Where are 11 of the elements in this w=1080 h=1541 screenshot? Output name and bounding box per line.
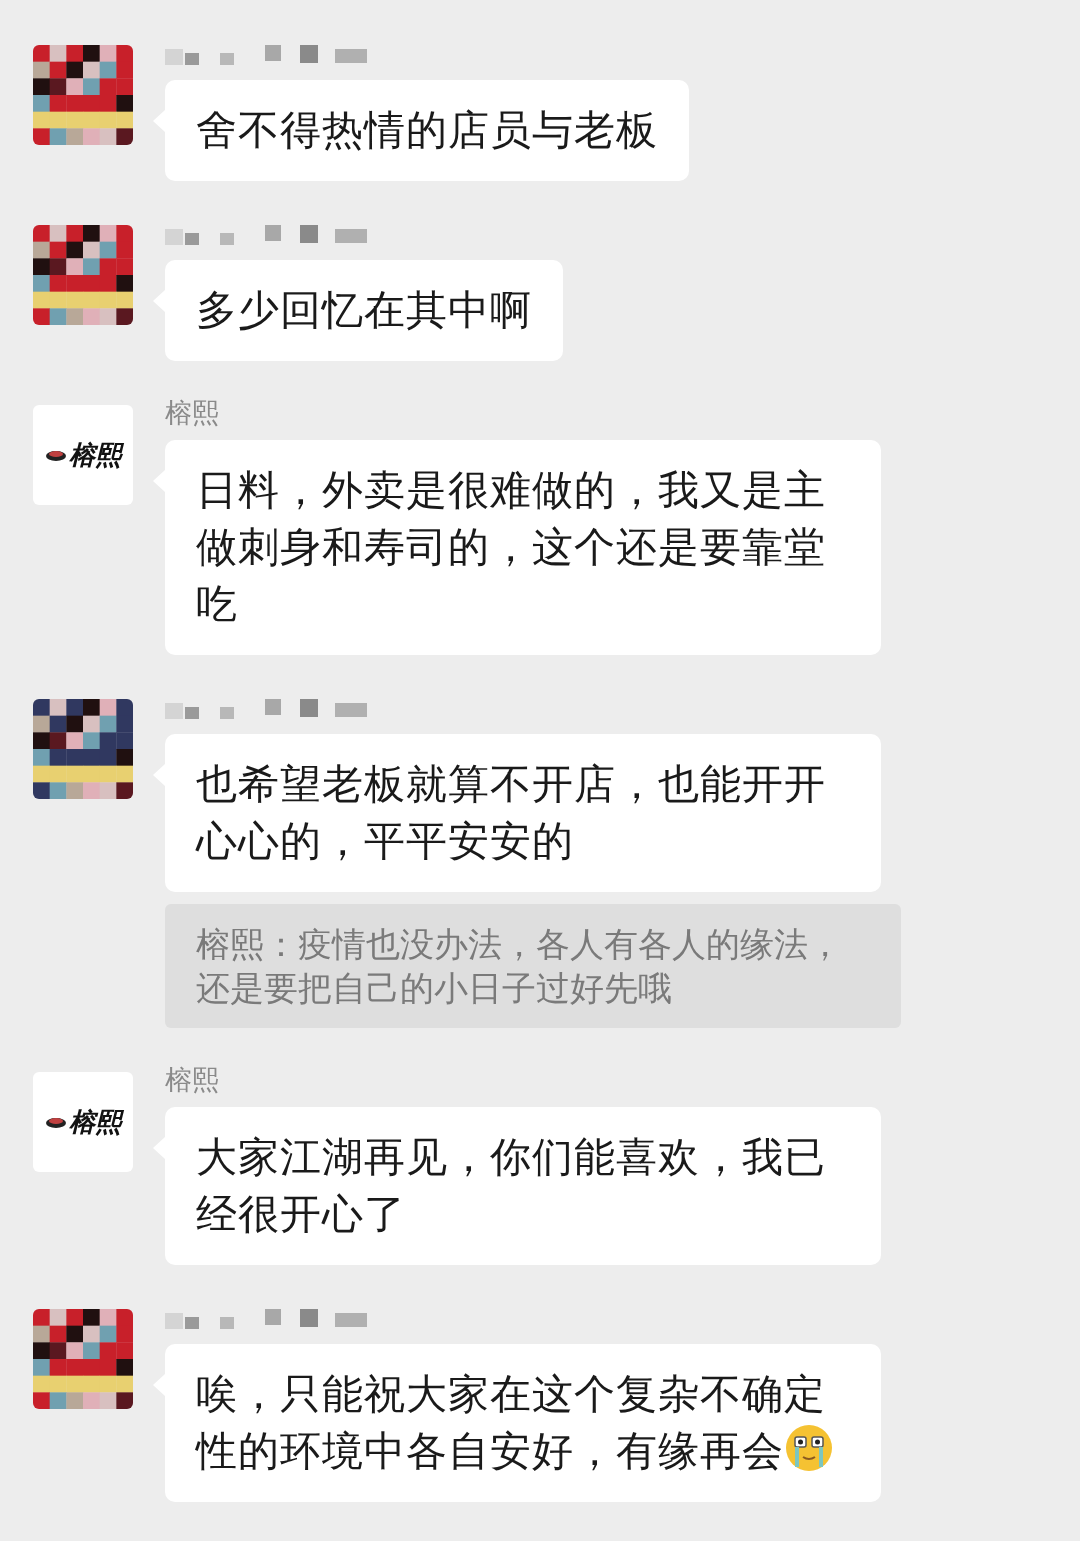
message-bubble: 大家江湖再见，你们能喜欢，我已经很开心了 [165,1107,881,1265]
message-bubble: 多少回忆在其中啊 [165,260,563,361]
sender-name: 榕熙 [165,397,219,429]
message-bubble: 舍不得热情的店员与老板 [165,80,689,181]
sushi-icon [45,448,67,462]
message-bubble: 日料，外卖是很难做的，我又是主做刺身和寿司的，这个还是要靠堂吃 [165,440,881,655]
sender-name: 榕熙 [165,1064,219,1096]
sushi-icon [45,1115,67,1129]
quoted-reply[interactable]: 榕熙：疫情也没办法，各人有各人的缘法，还是要把自己的小日子过好先哦 [165,904,901,1028]
message-bubble: 唉，只能祝大家在这个复杂不确定性的环境中各自安好，有缘再会 [165,1344,881,1502]
message-bubble: 也希望老板就算不开店，也能开开心心的，平平安安的 [165,734,881,892]
